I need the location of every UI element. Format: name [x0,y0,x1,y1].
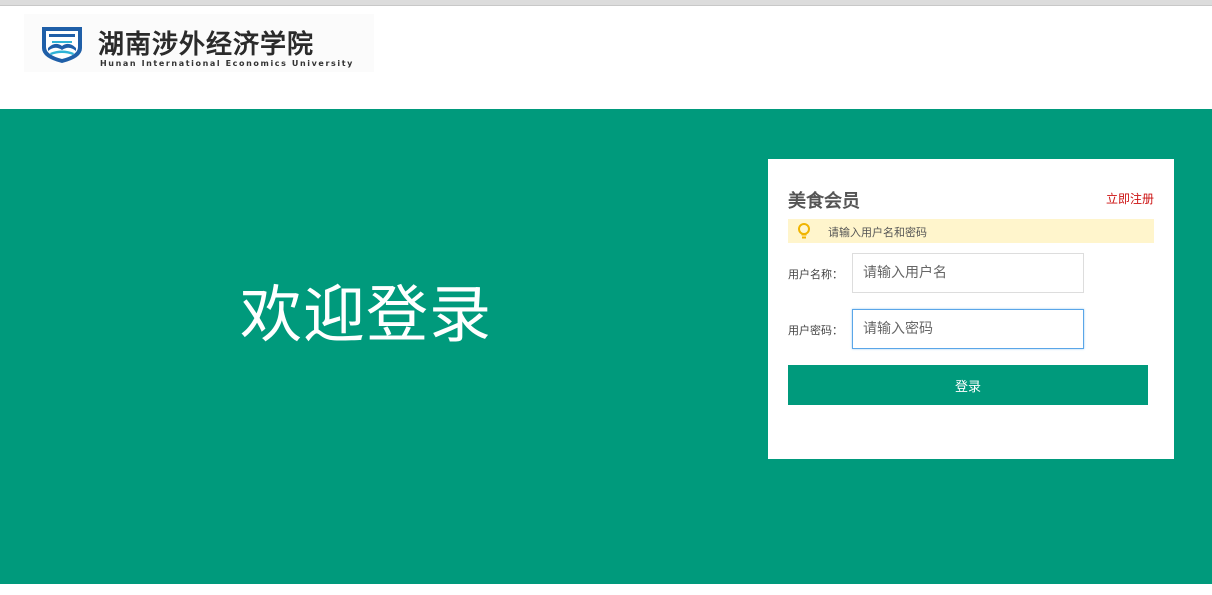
university-name-cn: 湖南涉外经济学院 [98,30,315,60]
university-emblem-icon [42,27,82,63]
register-link[interactable]: 立即注册 [1106,190,1154,207]
university-logo[interactable]: 湖南涉外经济学院 Hunan International Economics U… [24,14,374,72]
welcome-heading: 欢迎登录 [240,278,493,351]
lightbulb-icon [798,223,810,239]
university-name-en: Hunan International Economics University [100,59,354,68]
login-notice: 请输入用户名和密码 [788,219,1154,243]
site-header: 湖南涉外经济学院 Hunan International Economics U… [0,6,1212,109]
login-button[interactable]: 登录 [788,365,1148,405]
notice-text: 请输入用户名和密码 [828,226,927,239]
login-card: 美食会员 立即注册 请输入用户名和密码 用户名称： 用户密码： 登录 [768,159,1174,459]
username-label: 用户名称： [788,268,843,281]
login-card-title: 美食会员 [788,191,860,212]
page-footer-strip [0,584,1212,595]
password-input[interactable] [852,309,1084,349]
password-label: 用户密码： [788,324,843,337]
username-input[interactable] [852,253,1084,293]
